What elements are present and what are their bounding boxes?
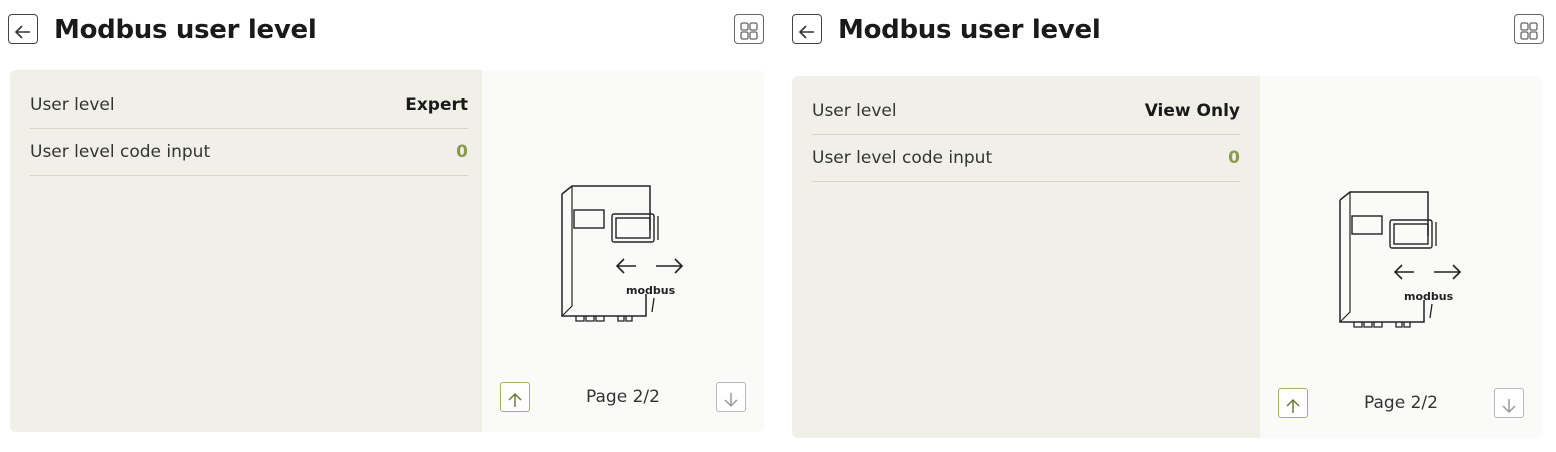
arrow-left-icon bbox=[14, 24, 30, 39]
modbus-device-illustration: modbus bbox=[561, 185, 684, 322]
header: Modbus user level bbox=[8, 12, 768, 48]
modbus-device-illustration: modbus bbox=[1339, 191, 1462, 328]
setting-row-user-level[interactable]: User level View Only bbox=[812, 88, 1240, 135]
grid-icon bbox=[1520, 22, 1538, 40]
device-label: modbus bbox=[626, 284, 676, 297]
page-down-button[interactable] bbox=[1494, 388, 1524, 418]
arrow-down-icon bbox=[724, 392, 738, 407]
pager: Page 2/2 bbox=[500, 382, 746, 414]
page-title: Modbus user level bbox=[54, 15, 317, 45]
setting-label: User level bbox=[30, 95, 115, 115]
header: Modbus user level bbox=[792, 12, 1548, 48]
grid-icon bbox=[740, 22, 758, 40]
right-panel: Modbus user level User level View Only U… bbox=[784, 0, 1556, 452]
device-label: modbus bbox=[1404, 290, 1454, 303]
setting-value: 0 bbox=[1228, 148, 1240, 168]
setting-row-user-level-code[interactable]: User level code input 0 bbox=[812, 135, 1240, 182]
settings-list: User level View Only User level code inp… bbox=[812, 76, 1240, 182]
setting-row-user-level-code[interactable]: User level code input 0 bbox=[30, 129, 468, 176]
setting-row-user-level[interactable]: User level Expert bbox=[30, 82, 468, 129]
setting-value: 0 bbox=[456, 142, 468, 162]
settings-card: User level Expert User level code input … bbox=[10, 70, 764, 432]
setting-label: User level code input bbox=[812, 148, 993, 168]
settings-card: User level View Only User level code inp… bbox=[792, 76, 1542, 438]
grid-view-button[interactable] bbox=[1514, 14, 1544, 44]
setting-label: User level code input bbox=[30, 142, 211, 162]
back-button[interactable] bbox=[792, 14, 822, 44]
back-button[interactable] bbox=[8, 14, 38, 44]
page-indicator: Page 2/2 bbox=[586, 387, 660, 407]
page-indicator: Page 2/2 bbox=[1364, 393, 1438, 413]
settings-list: User level Expert User level code input … bbox=[30, 70, 468, 176]
arrow-down-icon bbox=[1502, 398, 1516, 413]
left-panel: Modbus user level User level Expert User… bbox=[0, 0, 776, 452]
setting-value: View Only bbox=[1144, 101, 1240, 121]
setting-label: User level bbox=[812, 101, 897, 121]
pager: Page 2/2 bbox=[1278, 388, 1524, 420]
page-down-button[interactable] bbox=[716, 382, 746, 412]
side-pane: modbus Page 2/2 bbox=[482, 70, 764, 432]
side-pane: modbus Page 2/2 bbox=[1260, 76, 1542, 438]
page-title: Modbus user level bbox=[838, 15, 1101, 45]
setting-value: Expert bbox=[405, 95, 468, 115]
arrow-left-icon bbox=[798, 24, 814, 39]
grid-view-button[interactable] bbox=[734, 14, 764, 44]
